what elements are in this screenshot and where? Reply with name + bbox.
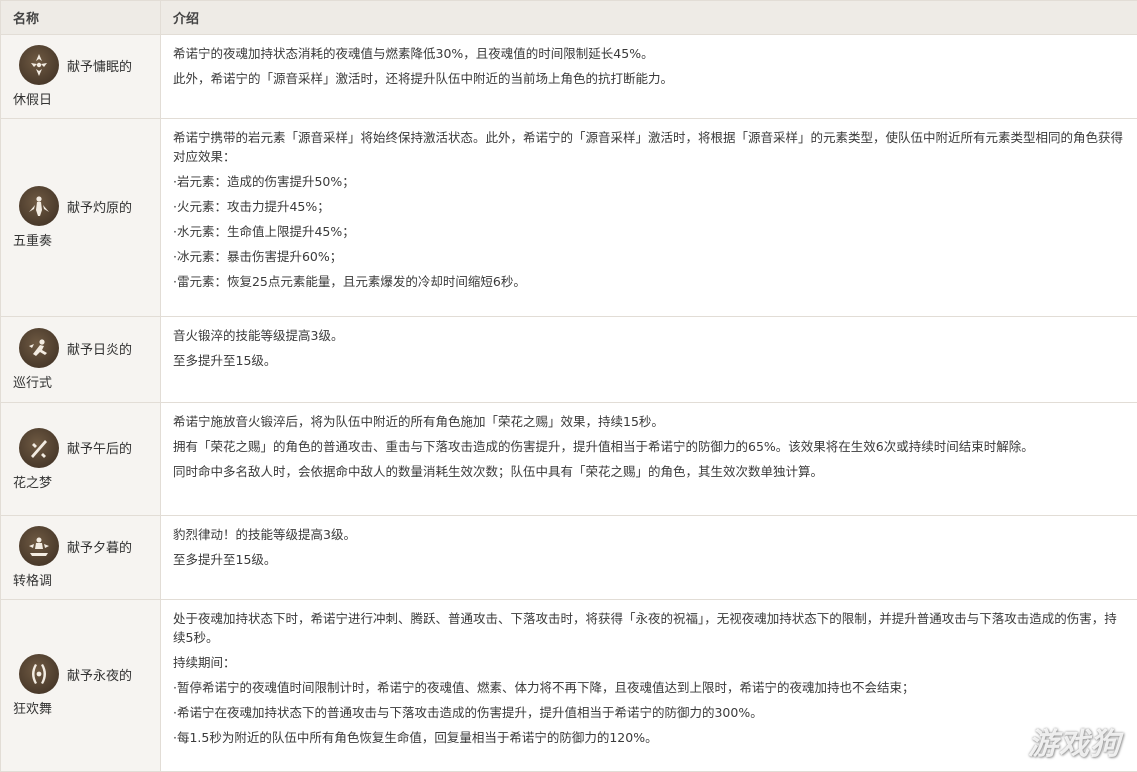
constellation-1-icon bbox=[19, 45, 59, 85]
constellation-name-cell: 献予永夜的狂欢舞 bbox=[1, 600, 161, 772]
description-line: 希诺宁施放音火锻淬后，将为队伍中附近的所有角色施加「荣花之赐」效果，持续15秒。 bbox=[173, 412, 1123, 431]
table-row: 献予灼原的五重奏希诺宁携带的岩元素「源音采样」将始终保持激活状态。此外，希诺宁的… bbox=[1, 119, 1137, 317]
description-line: ·水元素：生命值上限提升45%； bbox=[173, 222, 1123, 241]
description-line: 豹烈律动！的技能等级提高3级。 bbox=[173, 525, 1123, 544]
watermark-logo: 游戏狗 bbox=[1028, 719, 1121, 763]
description-line: ·火元素：攻击力提升45%； bbox=[173, 197, 1123, 216]
constellation-description: 希诺宁施放音火锻淬后，将为队伍中附近的所有角色施加「荣花之赐」效果，持续15秒。… bbox=[161, 403, 1137, 516]
constellation-name-line2: 巡行式 bbox=[13, 372, 149, 391]
constellation-name-cell: 献予午后的花之梦 bbox=[1, 403, 161, 516]
constellation-name-line2: 花之梦 bbox=[13, 472, 149, 491]
constellation-table: 名称 介绍 献予慵眠的休假日希诺宁的夜魂加持状态消耗的夜魂值与燃素降低30%，且… bbox=[0, 0, 1137, 772]
constellation-2-icon bbox=[19, 186, 59, 226]
description-line: 处于夜魂加持状态下时，希诺宁进行冲刺、腾跃、普通攻击、下落攻击时，将获得「永夜的… bbox=[173, 609, 1123, 647]
constellation-name-line1: 献予日炎的 bbox=[67, 339, 132, 358]
constellation-name-line1: 献予慵眠的 bbox=[67, 56, 132, 75]
constellation-name-top: 献予永夜的 bbox=[13, 654, 149, 694]
constellation-name-top: 献予日炎的 bbox=[13, 328, 149, 368]
table-row: 献予午后的花之梦希诺宁施放音火锻淬后，将为队伍中附近的所有角色施加「荣花之赐」效… bbox=[1, 403, 1137, 516]
description-line: ·冰元素：暴击伤害提升60%； bbox=[173, 247, 1123, 266]
constellation-description: 豹烈律动！的技能等级提高3级。至多提升至15级。 bbox=[161, 516, 1137, 600]
constellation-name-cell: 献予灼原的五重奏 bbox=[1, 119, 161, 317]
table-header-row: 名称 介绍 bbox=[1, 1, 1137, 35]
table-row: 献予日炎的巡行式音火锻淬的技能等级提高3级。至多提升至15级。 bbox=[1, 317, 1137, 403]
description-line: ·雷元素：恢复25点元素能量，且元素爆发的冷却时间缩短6秒。 bbox=[173, 272, 1123, 291]
description-line: 音火锻淬的技能等级提高3级。 bbox=[173, 326, 1123, 345]
constellation-3-icon bbox=[19, 328, 59, 368]
constellation-5-icon bbox=[19, 526, 59, 566]
constellation-name: 献予永夜的狂欢舞 bbox=[13, 654, 149, 717]
constellation-name-cell: 献予慵眠的休假日 bbox=[1, 35, 161, 119]
constellation-name-top: 献予夕暮的 bbox=[13, 526, 149, 566]
constellation-name-line2: 休假日 bbox=[13, 89, 149, 108]
constellation-name: 献予灼原的五重奏 bbox=[13, 186, 149, 249]
description-line: ·岩元素：造成的伤害提升50%； bbox=[173, 172, 1123, 191]
table-row: 献予慵眠的休假日希诺宁的夜魂加持状态消耗的夜魂值与燃素降低30%，且夜魂值的时间… bbox=[1, 35, 1137, 119]
description-line: ·每1.5秒为附近的队伍中所有角色恢复生命值，回复量相当于希诺宁的防御力的120… bbox=[173, 728, 1123, 747]
description-line: 至多提升至15级。 bbox=[173, 351, 1123, 370]
constellation-name-line2: 狂欢舞 bbox=[13, 698, 149, 717]
table-row: 献予夕暮的转格调豹烈律动！的技能等级提高3级。至多提升至15级。 bbox=[1, 516, 1137, 600]
constellation-description: 处于夜魂加持状态下时，希诺宁进行冲刺、腾跃、普通攻击、下落攻击时，将获得「永夜的… bbox=[161, 600, 1137, 772]
constellation-description: 希诺宁携带的岩元素「源音采样」将始终保持激活状态。此外，希诺宁的「源音采样」激活… bbox=[161, 119, 1137, 317]
description-line: 此外，希诺宁的「源音采样」激活时，还将提升队伍中附近的当前场上角色的抗打断能力。 bbox=[173, 69, 1123, 88]
header-name: 名称 bbox=[1, 1, 161, 35]
constellation-name-line2: 转格调 bbox=[13, 570, 149, 589]
constellation-name-line1: 献予灼原的 bbox=[67, 197, 132, 216]
description-line: 同时命中多名敌人时，会依据命中敌人的数量消耗生效次数；队伍中具有「荣花之赐」的角… bbox=[173, 462, 1123, 481]
constellation-name-line1: 献予午后的 bbox=[67, 438, 132, 457]
constellation-name-line1: 献予永夜的 bbox=[67, 665, 132, 684]
constellation-name-top: 献予慵眠的 bbox=[13, 45, 149, 85]
constellation-name-line1: 献予夕暮的 bbox=[67, 537, 132, 556]
constellation-name-top: 献予午后的 bbox=[13, 428, 149, 468]
constellation-name: 献予慵眠的休假日 bbox=[13, 45, 149, 108]
description-line: 持续期间： bbox=[173, 653, 1123, 672]
description-line: 希诺宁的夜魂加持状态消耗的夜魂值与燃素降低30%，且夜魂值的时间限制延长45%。 bbox=[173, 44, 1123, 63]
constellation-description: 希诺宁的夜魂加持状态消耗的夜魂值与燃素降低30%，且夜魂值的时间限制延长45%。… bbox=[161, 35, 1137, 119]
constellation-description: 音火锻淬的技能等级提高3级。至多提升至15级。 bbox=[161, 317, 1137, 403]
constellation-6-icon bbox=[19, 654, 59, 694]
description-line: 希诺宁携带的岩元素「源音采样」将始终保持激活状态。此外，希诺宁的「源音采样」激活… bbox=[173, 128, 1123, 166]
constellation-name: 献予日炎的巡行式 bbox=[13, 328, 149, 391]
constellation-name: 献予午后的花之梦 bbox=[13, 428, 149, 491]
constellation-name-cell: 献予夕暮的转格调 bbox=[1, 516, 161, 600]
description-line: ·希诺宁在夜魂加持状态下的普通攻击与下落攻击造成的伤害提升，提升值相当于希诺宁的… bbox=[173, 703, 1123, 722]
header-description: 介绍 bbox=[161, 1, 1137, 35]
constellation-name-line2: 五重奏 bbox=[13, 230, 149, 249]
constellation-name-cell: 献予日炎的巡行式 bbox=[1, 317, 161, 403]
table-row: 献予永夜的狂欢舞处于夜魂加持状态下时，希诺宁进行冲刺、腾跃、普通攻击、下落攻击时… bbox=[1, 600, 1137, 772]
constellation-name-top: 献予灼原的 bbox=[13, 186, 149, 226]
description-line: 拥有「荣花之赐」的角色的普通攻击、重击与下落攻击造成的伤害提升，提升值相当于希诺… bbox=[173, 437, 1123, 456]
description-line: 至多提升至15级。 bbox=[173, 550, 1123, 569]
constellation-name: 献予夕暮的转格调 bbox=[13, 526, 149, 589]
constellation-4-icon bbox=[19, 428, 59, 468]
description-line: ·暂停希诺宁的夜魂值时间限制计时，希诺宁的夜魂值、燃素、体力将不再下降，且夜魂值… bbox=[173, 678, 1123, 697]
